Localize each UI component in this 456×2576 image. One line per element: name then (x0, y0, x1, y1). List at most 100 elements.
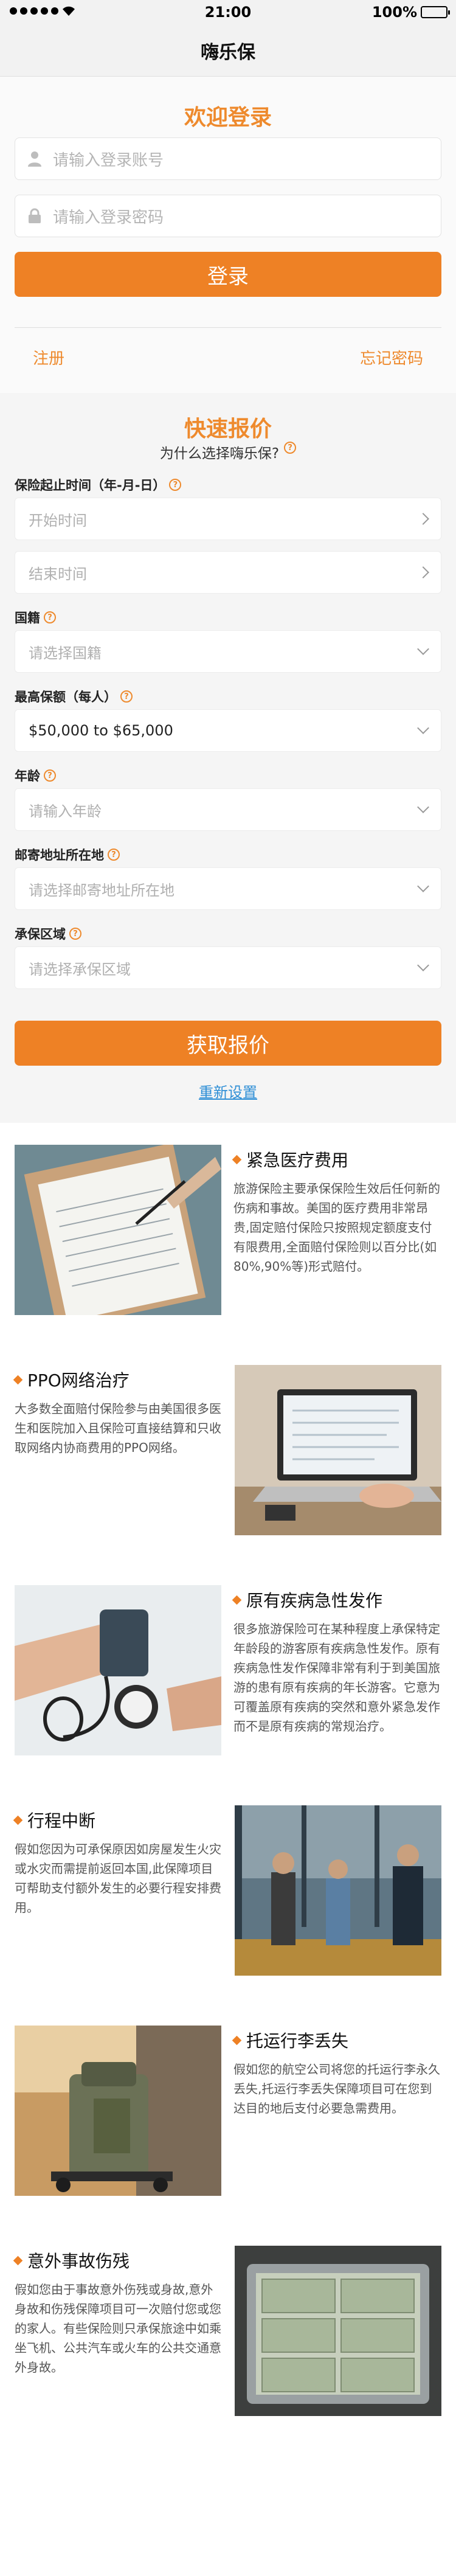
feature-title: 紧急医疗费用 (232, 1145, 441, 1174)
nav-bar: 嗨乐保 (0, 24, 456, 77)
help-icon[interactable]: ? (108, 849, 120, 861)
quote-title: 快速报价 (184, 417, 272, 442)
reset-link[interactable]: 重新设置 (15, 1080, 441, 1111)
chevron-down-icon (417, 801, 429, 813)
area-placeholder: 请选择承保区域 (29, 960, 131, 978)
end-date-field[interactable]: 结束时间 (15, 551, 441, 594)
battery-icon (421, 6, 450, 18)
max-coverage-label: 最高保额（每人） ? (15, 684, 441, 709)
chevron-right-icon (417, 566, 429, 578)
mailing-select[interactable]: 请选择邮寄地址所在地 (15, 867, 441, 910)
nationality-label-text: 国籍 (15, 611, 40, 625)
login-section: 欢迎登录 请输入登录账号 请输入登录密码 登录 注册 忘记密码 (0, 77, 456, 393)
feature-emergency-medical: 紧急医疗费用 旅游保险主要承保保险生效后任何新的伤病和事故。美国的医疗费用非常昂… (0, 1145, 456, 1365)
feature-title-text: 原有疾病急性发作 (246, 1591, 383, 1611)
password-placeholder: 请输入登录密码 (53, 208, 164, 227)
age-placeholder: 请输入年龄 (29, 802, 102, 820)
battery-indicator: 100% (371, 4, 450, 21)
help-icon[interactable]: ? (44, 769, 56, 782)
lock-icon (26, 207, 43, 224)
feature-description: 旅游保险主要承保保险生效后任何新的伤病和事故。美国的医疗费用非常昂贵,固定赔付保… (233, 1181, 440, 1274)
mailing-label-text: 邮寄地址所在地 (15, 848, 104, 863)
feature-title-text: 意外事故伤残 (27, 2251, 130, 2271)
max-coverage-value: $50,000 to $65,000 (29, 722, 173, 739)
feature-trip-interruption: 行程中断 假如您因为可承保原因如房屋发生火灾或水灾而需提前返回本国,此保障项目可… (0, 1805, 456, 2026)
airport-image (235, 1805, 441, 1976)
age-label: 年龄 ? (15, 763, 441, 788)
diamond-bullet-icon (13, 2255, 23, 2265)
feature-title: PPO网络治疗 (13, 1365, 225, 1394)
diamond-bullet-icon (232, 2035, 242, 2045)
feature-text: PPO网络治疗 大多数全面赔付保险参与由美国很多医生和医院加入且保险可直接结算和… (13, 1365, 235, 1457)
forgot-password-link[interactable]: 忘记密码 (342, 346, 441, 369)
luggage-image (15, 2026, 221, 2196)
help-icon[interactable]: ? (284, 442, 297, 454)
chevron-down-icon (417, 959, 429, 971)
quote-section: 快速报价 为什么选择嗨乐保? ? 保险起止时间（年-月-日） ? 开始时间 结束… (0, 393, 456, 1123)
chevron-down-icon (417, 722, 429, 734)
max-coverage-select[interactable]: $50,000 to $65,000 (15, 709, 441, 752)
age-input[interactable]: 请输入年龄 (15, 788, 441, 831)
nationality-select[interactable]: 请选择国籍 (15, 630, 441, 673)
login-button[interactable]: 登录 (15, 252, 441, 297)
feature-preexisting-condition: 原有疾病急性发作 很多旅游保险可在某种程度上承保特定年龄段的游客原有疾病急性发作… (0, 1585, 456, 1805)
features-section: 紧急医疗费用 旅游保险主要承保保险生效后任何新的伤病和事故。美国的医疗费用非常昂… (0, 1123, 456, 2466)
account-input[interactable]: 请输入登录账号 (15, 137, 441, 180)
medical-form-image (15, 1145, 221, 1315)
feature-text: 原有疾病急性发作 很多旅游保险可在某种程度上承保特定年龄段的游客原有疾病急性发作… (221, 1585, 441, 1736)
account-placeholder: 请输入登录账号 (53, 151, 164, 170)
feature-description: 假如您因为可承保原因如房屋发生火灾或水灾而需提前返回本国,此保障项目可帮助支付额… (15, 1842, 221, 1915)
area-label: 承保区域 ? (15, 921, 441, 946)
help-icon[interactable]: ? (44, 611, 56, 623)
feature-title-text: 托运行李丢失 (246, 2031, 349, 2051)
start-date-field[interactable]: 开始时间 (15, 498, 441, 540)
battery-percent: 100% (371, 4, 417, 21)
blood-pressure-image (15, 1585, 221, 1755)
register-link[interactable]: 注册 (15, 346, 83, 369)
feature-text: 紧急医疗费用 旅游保险主要承保保险生效后任何新的伤病和事故。美国的医疗费用非常昂… (221, 1145, 441, 1276)
mailing-placeholder: 请选择邮寄地址所在地 (29, 881, 174, 899)
start-date-placeholder: 开始时间 (29, 512, 87, 529)
user-icon (26, 150, 43, 167)
mailing-label: 邮寄地址所在地 ? (15, 842, 441, 867)
max-coverage-label-text: 最高保额（每人） (15, 690, 117, 704)
page-title: 嗨乐保 (201, 41, 255, 63)
nationality-placeholder: 请选择国籍 (29, 644, 102, 662)
feature-title-text: PPO网络治疗 (27, 1370, 130, 1390)
money-case-image (235, 2246, 441, 2416)
get-quote-button[interactable]: 获取报价 (15, 1021, 441, 1066)
feature-title: 原有疾病急性发作 (232, 1585, 441, 1614)
diamond-bullet-icon (232, 1595, 242, 1605)
end-date-placeholder: 结束时间 (29, 565, 87, 583)
feature-text: 行程中断 假如您因为可承保原因如房屋发生火灾或水灾而需提前返回本国,此保障项目可… (13, 1805, 235, 1917)
feature-title-text: 行程中断 (27, 1811, 96, 1831)
feature-title: 托运行李丢失 (232, 2026, 441, 2055)
area-select[interactable]: 请选择承保区域 (15, 946, 441, 989)
feature-text: 意外事故伤残 假如您由于事故意外伤残或身故,意外身故和伤残保障项目可一次赔付您或… (13, 2246, 235, 2377)
chevron-right-icon (417, 513, 429, 525)
area-label-text: 承保区域 (15, 927, 66, 942)
help-icon[interactable]: ? (169, 479, 182, 491)
feature-baggage-loss: 托运行李丢失 假如您的航空公司将您的托运行李永久丢失,托运行李丢失保障项目可在您… (0, 2026, 456, 2246)
diamond-bullet-icon (232, 1154, 242, 1164)
feature-description: 大多数全面赔付保险参与由美国很多医生和医院加入且保险可直接结算和只收取网络内协商… (15, 1401, 221, 1455)
help-icon[interactable]: ? (69, 928, 81, 940)
password-input[interactable]: 请输入登录密码 (15, 195, 441, 237)
feature-text: 托运行李丢失 假如您的航空公司将您的托运行李永久丢失,托运行李丢失保障项目可在您… (221, 2026, 441, 2118)
help-icon[interactable]: ? (120, 690, 133, 703)
period-label: 保险起止时间（年-月-日） ? (15, 472, 441, 498)
feature-description: 假如您的航空公司将您的托运行李永久丢失,托运行李丢失保障项目可在您到达目的地后支… (233, 2062, 440, 2116)
login-title: 欢迎登录 (184, 105, 272, 130)
feature-accidental-disability: 意外事故伤残 假如您由于事故意外伤残或身故,意外身故和伤残保障项目可一次赔付您或… (0, 2246, 456, 2466)
diamond-bullet-icon (13, 1375, 23, 1384)
laptop-image (235, 1365, 441, 1535)
diamond-bullet-icon (13, 1815, 23, 1825)
feature-description: 假如您由于事故意外伤残或身故,意外身故和伤残保障项目可一次赔付您或您的家人。有些… (15, 2282, 221, 2375)
age-label-text: 年龄 (15, 769, 40, 783)
quote-subtitle[interactable]: 为什么选择嗨乐保? ? (15, 442, 441, 472)
feature-title: 意外事故伤残 (13, 2246, 225, 2275)
feature-ppo-network: PPO网络治疗 大多数全面赔付保险参与由美国很多医生和医院加入且保险可直接结算和… (0, 1365, 456, 1585)
feature-title: 行程中断 (13, 1805, 225, 1835)
quote-subtitle-text: 为什么选择嗨乐保? (159, 446, 280, 462)
login-links: 注册 忘记密码 (15, 327, 441, 369)
